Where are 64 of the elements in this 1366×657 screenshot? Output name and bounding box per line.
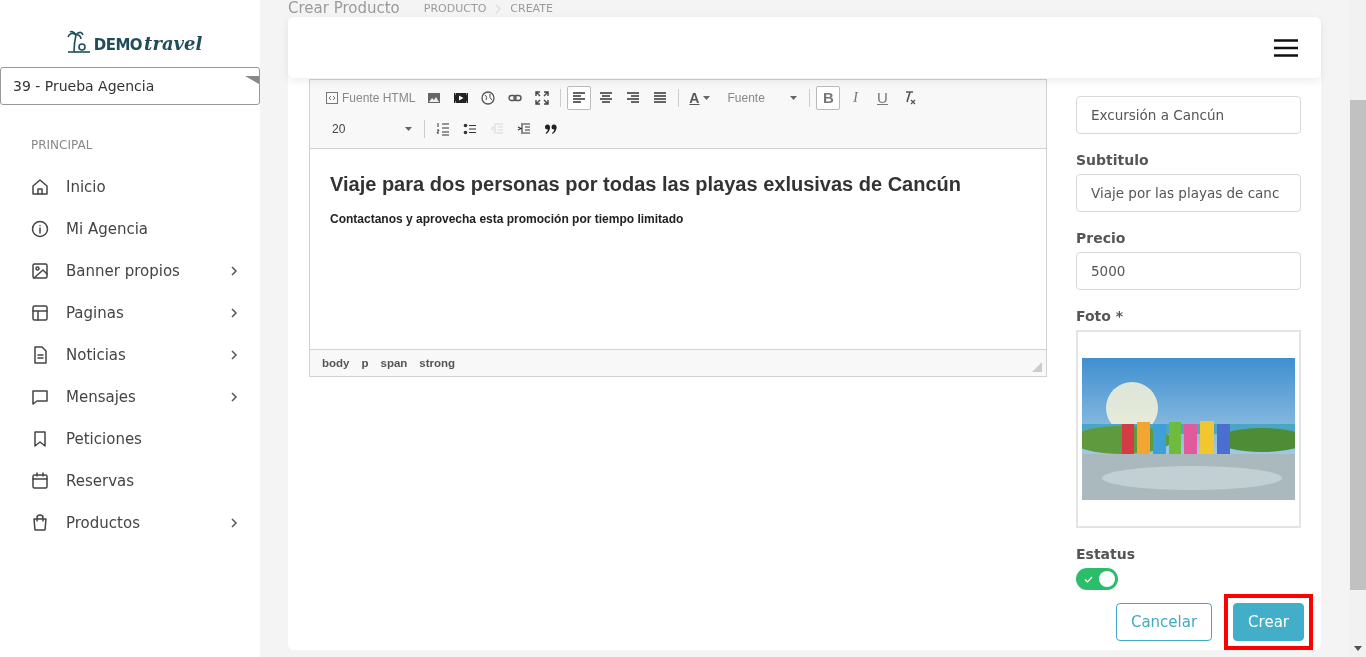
element-path-link[interactable]: p	[361, 357, 369, 369]
nav-item[interactable]: Productos	[0, 502, 260, 544]
justify-icon	[653, 90, 668, 105]
align-left-button[interactable]	[567, 85, 592, 110]
agency-select[interactable]: 39 - Prueba Agencia	[0, 67, 260, 105]
check-icon	[1084, 575, 1093, 583]
info-icon	[30, 219, 50, 239]
scroll-down-icon[interactable]	[1354, 646, 1362, 651]
logo-script-text: travel	[144, 34, 203, 54]
code-icon	[326, 91, 338, 104]
nav-item[interactable]: Mi Agencia	[0, 208, 260, 250]
input-field[interactable]: Viaje por las playas de canc	[1076, 173, 1301, 212]
section-heading: PRINCIPAL	[31, 138, 94, 154]
indent-icon	[517, 121, 531, 136]
editor-paragraph: Contactanos y aprovecha esta promoción por tiempo limitado	[330, 212, 685, 226]
palm-tree-icon	[65, 30, 92, 54]
element-path-link[interactable]: body	[322, 357, 350, 369]
field-label: Precio	[1076, 229, 1127, 246]
nav-item[interactable]: Mensajes	[0, 376, 260, 418]
caret-icon	[790, 95, 798, 100]
source-button[interactable]: Fuente HTML	[322, 85, 420, 110]
calendar-icon	[30, 471, 50, 491]
caret-icon	[703, 95, 711, 100]
nav-item[interactable]: Banner propios	[0, 250, 260, 292]
nav-item[interactable]: Noticias	[0, 334, 260, 376]
chat-icon	[30, 387, 50, 407]
align-center-icon	[599, 90, 614, 105]
dropdown-corner-icon	[245, 76, 259, 84]
status-toggle[interactable]	[1076, 568, 1118, 590]
nav-item[interactable]: Inicio	[0, 166, 260, 208]
element-path-link[interactable]: span	[380, 357, 408, 369]
align-right-icon	[626, 90, 641, 105]
input-field[interactable]: 5000	[1076, 251, 1301, 290]
globe-icon	[481, 90, 496, 105]
field-label: Estatus	[1076, 546, 1137, 563]
page-title: Crear Producto	[288, 0, 400, 17]
image-icon	[30, 261, 50, 281]
home-icon	[30, 177, 50, 197]
underline-button[interactable]: U	[870, 85, 895, 110]
bold-button[interactable]: B	[816, 85, 841, 110]
ordered-list-icon	[436, 121, 450, 136]
outdent-icon	[490, 121, 504, 136]
toolbar-dropdown[interactable]: 20	[322, 121, 418, 136]
element-path-link[interactable]: strong	[419, 357, 456, 369]
layout-icon	[30, 303, 50, 323]
input-field[interactable]: Excursión a Cancún	[1076, 96, 1301, 134]
italic-button[interactable]: I	[843, 85, 868, 110]
bag-icon	[30, 513, 50, 533]
nav-item[interactable]: Peticiones	[0, 418, 260, 460]
video-icon	[454, 90, 469, 105]
bullet-list-icon	[463, 121, 477, 136]
editor-heading: Viaje para dos personas por todas las playas exlusivas de Cancún	[330, 173, 962, 196]
field-label: Subtitulo	[1076, 151, 1150, 168]
field-label: Foto *	[1076, 307, 1125, 324]
nav-item[interactable]: Paginas	[0, 292, 260, 334]
logo-text: DEMO	[93, 36, 143, 54]
menu-icon[interactable]	[1274, 38, 1298, 57]
image-icon	[427, 90, 442, 105]
caret-icon	[405, 126, 412, 131]
align-left-icon	[572, 90, 587, 105]
maximize-icon	[535, 90, 550, 105]
text-color-button[interactable]: A	[685, 85, 715, 110]
nav-item[interactable]: Reservas	[0, 460, 260, 502]
resize-handle-icon[interactable]	[1032, 362, 1042, 372]
